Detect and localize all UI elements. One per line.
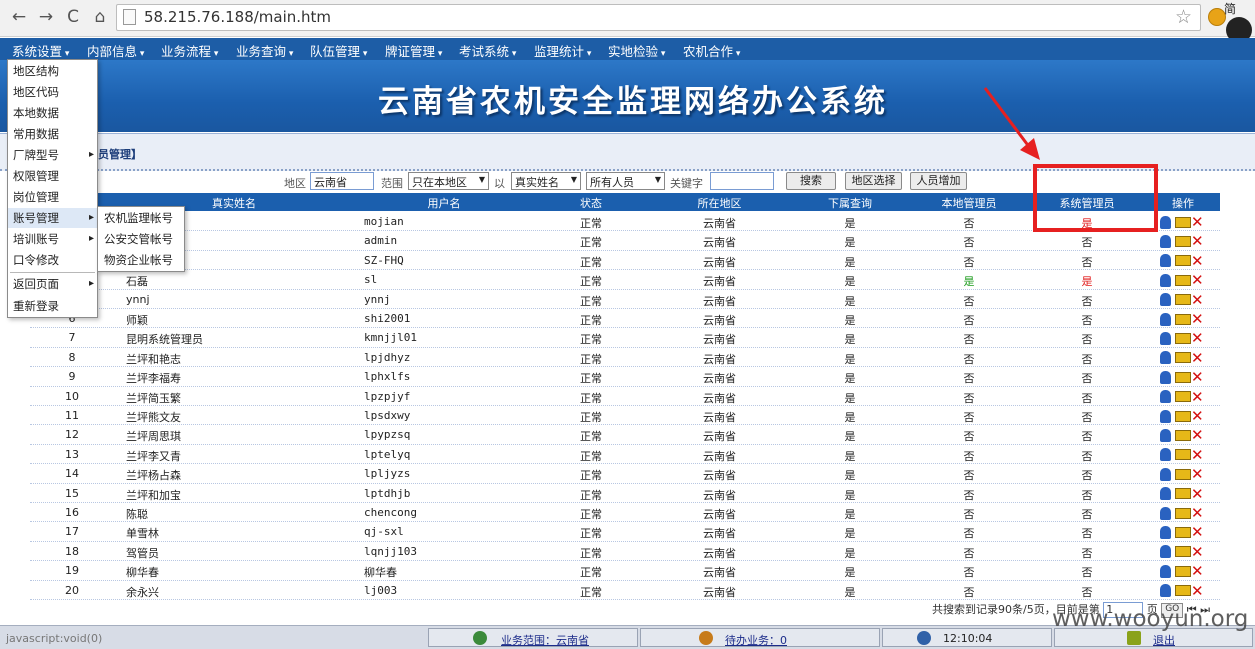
annotation-arrow <box>983 87 1040 160</box>
watermark: www.wooyun.org <box>1052 606 1249 632</box>
annotation-highlight-box <box>1033 164 1158 232</box>
